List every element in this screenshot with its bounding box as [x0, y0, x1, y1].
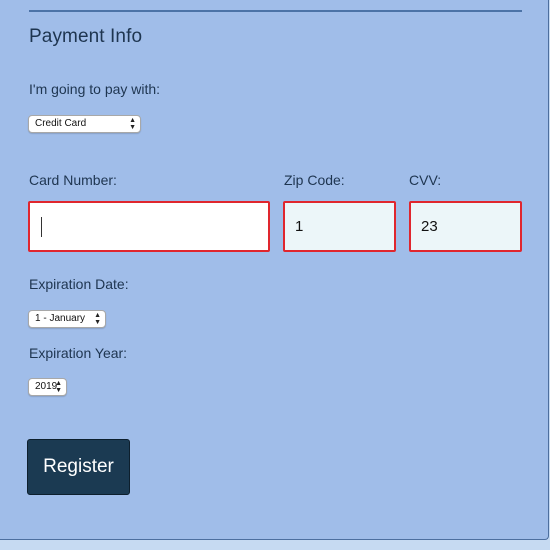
cvv-label: CVV: — [409, 172, 442, 188]
card-number-input[interactable] — [28, 201, 270, 252]
payment-panel: Payment Info I'm going to pay with: Cred… — [0, 0, 549, 540]
expiration-year-select[interactable]: 2019 ▲ ▼ — [28, 378, 67, 396]
zip-code-label: Zip Code: — [284, 172, 345, 188]
select-arrows-icon: ▲ ▼ — [129, 117, 136, 131]
section-divider — [29, 10, 522, 12]
expiration-year-label: Expiration Year: — [29, 345, 128, 361]
zip-code-value: 1 — [295, 218, 304, 235]
cvv-value: 23 — [421, 218, 438, 235]
select-arrows-icon: ▲ ▼ — [55, 380, 62, 394]
expiration-month-select[interactable]: 1 - January ▲ ▼ — [28, 310, 106, 328]
expiration-year-selected: 2019 — [35, 381, 58, 392]
expiration-date-label: Expiration Date: — [29, 276, 129, 292]
register-button[interactable]: Register — [27, 439, 130, 495]
expiration-month-selected: 1 - January — [35, 313, 86, 324]
payment-method-select[interactable]: Credit Card ▲ ▼ — [28, 115, 141, 133]
cvv-input[interactable]: 23 — [409, 201, 522, 252]
payment-method-selected: Credit Card — [35, 118, 87, 129]
select-arrows-icon: ▲ ▼ — [94, 312, 101, 326]
section-title: Payment Info — [29, 26, 143, 47]
zip-code-input[interactable]: 1 — [283, 201, 396, 252]
text-caret — [41, 217, 42, 237]
card-number-label: Card Number: — [29, 172, 117, 188]
pay-with-label: I'm going to pay with: — [29, 81, 161, 97]
